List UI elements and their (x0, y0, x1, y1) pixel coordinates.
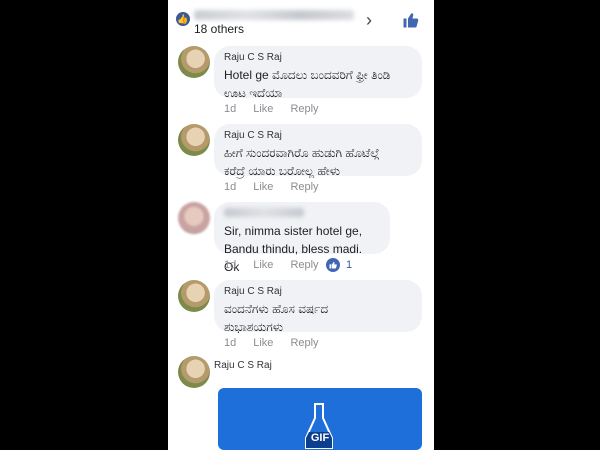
avatar[interactable] (178, 124, 210, 156)
comment-bubble: Sir, nimma sister hotel ge, Bandu thindu… (214, 202, 390, 274)
thumbs-up-icon (326, 258, 340, 272)
comment-author[interactable]: Raju C S Raj (214, 360, 272, 371)
comment-actions: 1d Like Reply (224, 181, 319, 193)
comment-text-line: ಶುಭಾಶಯಗಳು (224, 320, 284, 334)
gif-attachment[interactable]: GIF (218, 388, 422, 450)
comment-text-line: ವಂದನೆಗಳು ಹೊಸ ವರ್ಷದ (224, 302, 329, 316)
blurred-comment-author[interactable] (224, 208, 304, 217)
comment-text-line: Hotel ge ಮೊದಲು ಬಂದವರಿಗೆ ಫ್ರೀ ತಿಂಡಿ (224, 68, 391, 82)
avatar[interactable] (178, 46, 210, 78)
like-link[interactable]: Like (253, 181, 273, 193)
avatar[interactable] (178, 280, 210, 312)
reactions-header[interactable]: 👍 18 others › (168, 0, 434, 40)
comment-bubble: Raju C S Raj ವಂದನೆಗಳು ಹೊಸ ವರ್ಷದ ಶುಭಾಶಯಗಳ… (214, 280, 422, 334)
like-link[interactable]: Like (253, 259, 273, 271)
comment-actions: 1d Like Reply (224, 337, 319, 349)
comment-text-line: ಊಟ ಇದೆಯಾ (224, 86, 283, 100)
others-count: 18 others (194, 22, 245, 36)
comment-author[interactable]: Raju C S Raj (224, 286, 412, 298)
comment-time: 1d (224, 259, 237, 271)
comment-text-line: ಕರೆದ್ರೆ ಯಾರು ಬರೋಲ್ಲ ಹೇಳು (224, 164, 341, 178)
blurred-reactor-names (194, 10, 354, 20)
comment-actions: 1d Like Reply (224, 103, 319, 115)
like-thumb-icon[interactable] (402, 11, 420, 29)
comment-author[interactable]: Raju C S Raj (224, 52, 412, 64)
avatar[interactable] (178, 202, 210, 234)
gif-label: GIF (310, 432, 330, 444)
comment-text-line: ಹೀಗೆ ಸುಂದರವಾಗಿರೊ ಹುಡುಗಿ ಹೊಟೆಲ್ಗೆ (224, 146, 380, 160)
chevron-right-icon[interactable]: › (366, 10, 372, 30)
comment-time: 1d (224, 337, 237, 349)
reaction-thumbs-up-icon: 👍 (176, 12, 190, 26)
reply-link[interactable]: Reply (290, 103, 318, 115)
reply-link[interactable]: Reply (290, 259, 318, 271)
comment-author[interactable]: Raju C S Raj (224, 130, 412, 142)
reaction-badge[interactable]: 1 (326, 258, 352, 272)
avatar[interactable] (178, 356, 210, 388)
reaction-count: 1 (346, 259, 353, 271)
comment-text-line: Sir, nimma sister hotel ge, (224, 224, 363, 238)
comment-bubble: Raju C S Raj Hotel ge ಮೊದಲು ಬಂದವರಿಗೆ ಫ್ರ… (214, 46, 422, 100)
like-link[interactable]: Like (253, 103, 273, 115)
comment-time: 1d (224, 103, 237, 115)
comment-actions: 1d Like Reply (224, 259, 319, 271)
like-link[interactable]: Like (253, 337, 273, 349)
comments-screen: 👍 18 others › Raju C S Raj Hotel ge ಮೊದಲ… (168, 0, 434, 450)
reply-link[interactable]: Reply (290, 181, 318, 193)
comment-bubble: Raju C S Raj ಹೀಗೆ ಸುಂದರವಾಗಿರೊ ಹುಡುಗಿ ಹೊಟ… (214, 124, 422, 178)
reply-link[interactable]: Reply (290, 337, 318, 349)
comment-time: 1d (224, 181, 237, 193)
